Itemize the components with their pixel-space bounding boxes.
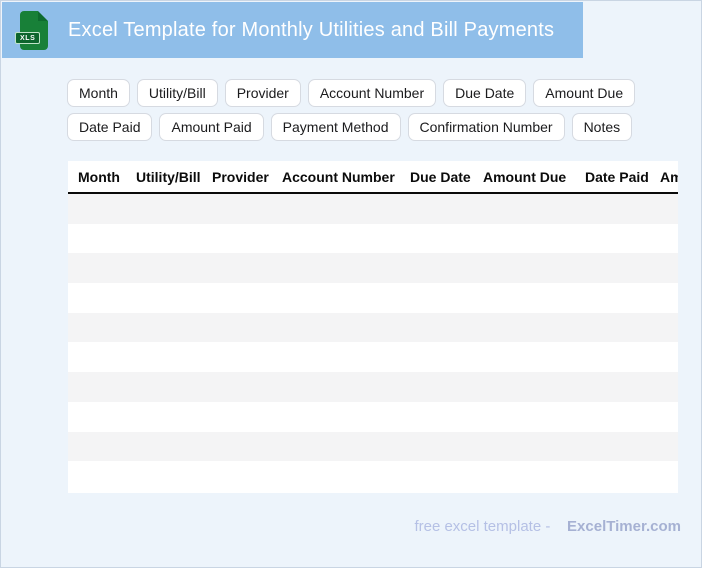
- col-header-amount-due: Amount Due: [483, 168, 567, 185]
- footer-brand-link[interactable]: ExcelTimer.com: [567, 518, 681, 535]
- table-row: [68, 372, 678, 402]
- table-row: [68, 342, 678, 373]
- chip-payment-method[interactable]: Payment Method: [270, 113, 401, 141]
- chip-due-date[interactable]: Due Date: [443, 79, 527, 107]
- xls-badge: XLS: [15, 31, 41, 44]
- col-header-account-number: Account Number: [282, 168, 395, 185]
- document-shape: [20, 10, 48, 50]
- chip-month[interactable]: Month: [67, 79, 130, 107]
- table-row: [68, 253, 678, 284]
- xls-file-icon: XLS: [15, 10, 48, 50]
- table-row: [68, 223, 678, 254]
- chip-amount-due[interactable]: Amount Due: [533, 79, 636, 107]
- col-header-due-date: Due Date: [410, 168, 471, 185]
- footer: free excel template - ExcelTimer.com: [414, 518, 681, 535]
- chip-amount-paid[interactable]: Amount Paid: [159, 113, 264, 141]
- chip-confirmation-number[interactable]: Confirmation Number: [407, 113, 565, 141]
- chip-notes[interactable]: Notes: [571, 113, 633, 141]
- page: XLS Excel Template for Monthly Utilities…: [0, 0, 702, 568]
- table-header-row: Month Utility/Bill Provider Account Numb…: [68, 161, 678, 194]
- chip-provider[interactable]: Provider: [224, 79, 301, 107]
- table-row: [68, 194, 678, 224]
- table-row: [68, 461, 678, 491]
- footer-tagline: free excel template -: [414, 518, 551, 535]
- chip-utility-bill[interactable]: Utility/Bill: [136, 79, 218, 107]
- chip-date-paid[interactable]: Date Paid: [67, 113, 153, 141]
- table-row: [68, 401, 678, 432]
- col-header-month: Month: [78, 168, 120, 185]
- table-row: [68, 312, 678, 343]
- table-body: [68, 194, 678, 491]
- col-header-provider: Provider: [212, 168, 269, 185]
- table-row: [68, 283, 678, 313]
- col-header-amount-paid: Amount Paid: [660, 168, 678, 185]
- bill-payments-table: Month Utility/Bill Provider Account Numb…: [68, 161, 678, 493]
- header-bar: XLS Excel Template for Monthly Utilities…: [2, 2, 583, 58]
- col-header-utility-bill: Utility/Bill: [136, 168, 201, 185]
- table-row: [68, 431, 678, 462]
- column-chip-list: Month Utility/Bill Provider Account Numb…: [67, 79, 647, 141]
- col-header-date-paid: Date Paid: [585, 168, 649, 185]
- chip-account-number[interactable]: Account Number: [307, 79, 437, 107]
- page-title: Excel Template for Monthly Utilities and…: [68, 18, 555, 41]
